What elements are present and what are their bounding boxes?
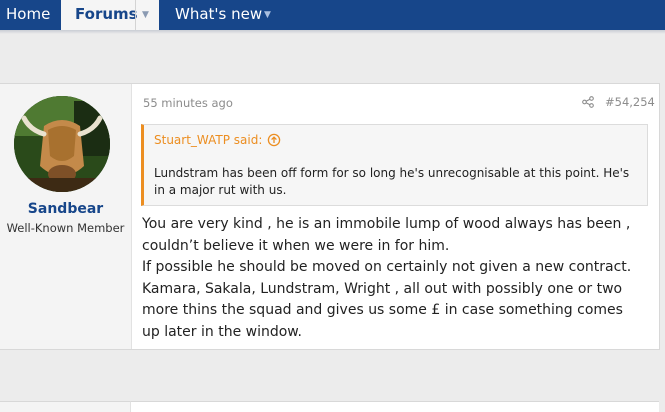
next-post-user-panel <box>0 401 131 412</box>
message-paragraph: If possible he should be moved on certai… <box>142 259 632 340</box>
next-post-card <box>131 401 659 412</box>
nav-whats-new-link[interactable]: What's new <box>175 0 262 30</box>
nav-divider <box>135 0 136 30</box>
nav-shadow <box>0 30 665 34</box>
user-title: Well-Known Member <box>6 221 125 235</box>
highland-cow-avatar-icon <box>14 96 110 192</box>
message-paragraph: You are very kind , he is an immobile lu… <box>142 216 631 254</box>
username[interactable]: Sandbear <box>0 201 131 217</box>
arrow-up-circle-icon[interactable] <box>267 133 281 147</box>
nav-forums-tab[interactable]: Forums ▼ <box>61 0 159 30</box>
avatar[interactable] <box>14 96 110 192</box>
nav-home-link[interactable]: Home <box>6 0 50 30</box>
post-timestamp[interactable]: 55 minutes ago <box>143 96 233 110</box>
nav-forums-label[interactable]: Forums <box>75 0 138 30</box>
chevron-down-icon[interactable]: ▼ <box>264 10 271 20</box>
chevron-down-icon[interactable]: ▼ <box>142 10 149 20</box>
quote-author[interactable]: Stuart_WATP said: <box>154 133 262 147</box>
share-icon[interactable] <box>582 96 594 108</box>
top-nav: Home Forums ▼ What's new ▼ <box>0 0 665 30</box>
quote-block: Stuart_WATP said: Lundstram has been off… <box>141 124 648 206</box>
quote-text: Lundstram has been off form for so long … <box>154 166 630 197</box>
post-number-link[interactable]: #54,254 <box>605 95 655 109</box>
user-panel: Sandbear Well-Known Member <box>0 84 132 349</box>
post-message: You are very kind , he is an immobile lu… <box>142 214 642 343</box>
